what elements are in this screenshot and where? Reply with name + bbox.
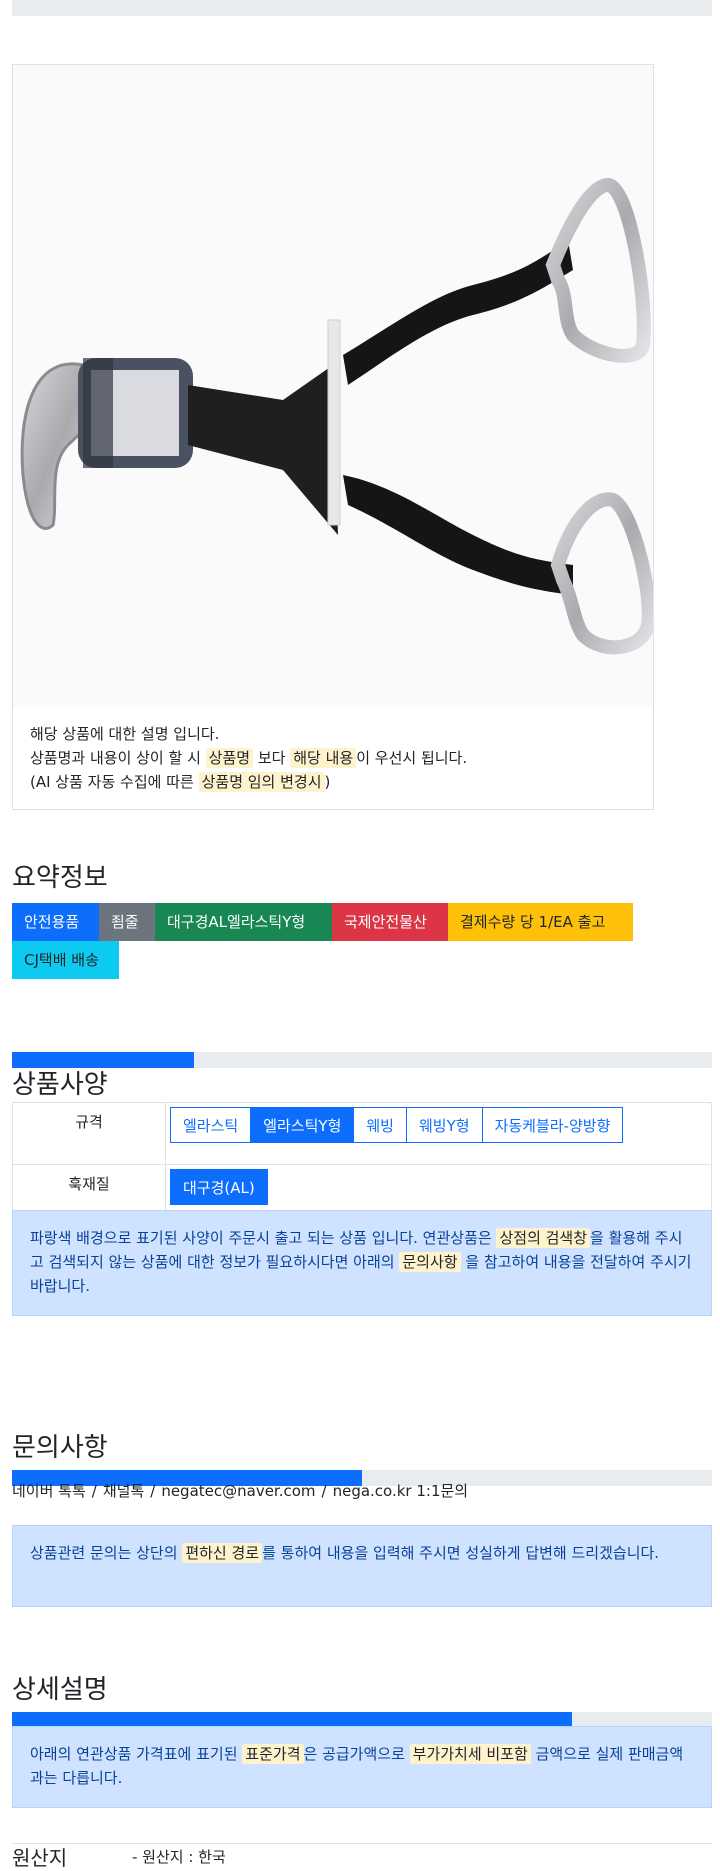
origin-label: 원산지 [12, 1846, 68, 1870]
desc-text: (AI 상품 자동 수집에 따른 [30, 773, 194, 791]
origin-value: - 원산지 : 한국 [132, 1848, 226, 1866]
product-image [13, 65, 653, 707]
badge-model[interactable]: 대구경AL엘라스틱Y형 [155, 903, 332, 941]
highlight-inquiry: 문의사항 [399, 1252, 461, 1272]
desc-text: 이 우선시 됩니다. [356, 749, 468, 767]
product-card: 해당 상품에 대한 설명 입니다. 상품명과 내용이 상이 할 시 상품명 보다… [12, 64, 654, 810]
notice-text: 를 통하여 내용을 입력해 주시면 성실하게 답변해 드리겠습니다. [262, 1544, 660, 1562]
inquiry-notice: 상품관련 문의는 상단의 편하신 경로 를 통하여 내용을 입력해 주시면 성실하… [12, 1525, 712, 1607]
inquiry-title: 문의사항 [12, 1433, 108, 1463]
highlight-store-search: 상점의 검색창 [496, 1228, 591, 1248]
desc-text: 보다 [257, 749, 286, 767]
separator: / [321, 1482, 327, 1500]
badge-category[interactable]: 안전용품 [12, 903, 99, 941]
separator: / [91, 1482, 97, 1500]
option-webbing-y[interactable]: 웨빙Y형 [405, 1107, 483, 1143]
origin-divider [12, 1843, 712, 1844]
desc-text: 상품명과 내용이 상이 할 시 [30, 749, 201, 767]
option-aluminum[interactable]: 대구경(AL) [170, 1169, 268, 1205]
contact-email[interactable]: negatec@naver.com [161, 1482, 315, 1500]
desc-line-3: (AI 상품 자동 수집에 따른 상품명 임의 변경시) [30, 770, 467, 794]
highlight-standard-price: 표준가격 [242, 1744, 304, 1764]
spec-row-hook: 훅재질 대구경(AL) [12, 1164, 712, 1217]
highlight-vat-excluded: 부가가치세 비포함 [409, 1744, 531, 1764]
option-elastic[interactable]: 엘라스틱 [170, 1107, 252, 1143]
highlight-name-change: 상품명 임의 변경시 [198, 772, 325, 792]
desc-text: ) [324, 773, 331, 791]
badge-quantity[interactable]: 결제수량 당 1/EA 출고 [448, 903, 633, 941]
detail-notice: 아래의 연관상품 가격표에 표기된 표준가격 은 공급가액으로 부가가치세 비포함… [12, 1726, 712, 1808]
contact-list: 네이버 톡톡 / 채널톡 / negatec@naver.com / nega.co.kr … [12, 1480, 468, 1501]
spec-table: 규격 엘라스틱 엘라스틱Y형 웨빙 웨빙Y형 자동케블라-양방향 훅재질 대구경(AL) [12, 1102, 712, 1217]
highlight-product-name: 상품명 [205, 748, 254, 768]
option-elastic-y[interactable]: 엘라스틱Y형 [250, 1107, 355, 1143]
contact-naver-talk[interactable]: 네이버 톡톡 [12, 1482, 86, 1500]
top-progress-track [12, 0, 712, 16]
detail-title: 상세설명 [12, 1675, 108, 1705]
contact-website-inquiry[interactable]: nega.co.kr 1:1문의 [333, 1482, 469, 1500]
spec-options: 대구경(AL) [165, 1164, 712, 1217]
highlight-preferred-route: 편하신 경로 [182, 1543, 263, 1563]
notice-text: 파랑색 배경으로 표기된 사양이 주문시 출고 되는 상품 입니다. 연관상품은 [30, 1229, 492, 1247]
spec-notice: 파랑색 배경으로 표기된 사양이 주문시 출고 되는 상품 입니다. 연관상품은… [12, 1210, 712, 1316]
notice-text: 아래의 연관상품 가격표에 표기된 [30, 1745, 238, 1763]
spec-label: 규격 [12, 1102, 166, 1165]
option-webbing[interactable]: 웨빙 [353, 1107, 407, 1143]
badge-brand[interactable]: 국제안전물산 [332, 903, 448, 941]
spec-row-size: 규격 엘라스틱 엘라스틱Y형 웨빙 웨빙Y형 자동케블라-양방향 [12, 1102, 712, 1165]
separator: / [150, 1482, 156, 1500]
notice-text: 상품관련 문의는 상단의 [30, 1544, 178, 1562]
product-description: 해당 상품에 대한 설명 입니다. 상품명과 내용이 상이 할 시 상품명 보다… [30, 722, 467, 794]
spec-progress [12, 1052, 712, 1068]
desc-line-2: 상품명과 내용이 상이 할 시 상품명 보다 해당 내용 이 우선시 됩니다. [30, 746, 467, 770]
spec-label: 훅재질 [12, 1164, 166, 1217]
badge-shipping[interactable]: CJ택배 배송 [12, 941, 119, 979]
lanyard-illustration [20, 177, 653, 655]
spec-title: 상품사양 [12, 1070, 108, 1100]
contact-channel-talk[interactable]: 채널톡 [103, 1482, 144, 1500]
badge-subcategory[interactable]: 죔줄 [99, 903, 155, 941]
spec-options: 엘라스틱 엘라스틱Y형 웨빙 웨빙Y형 자동케블라-양방향 [165, 1102, 712, 1165]
option-kevlar[interactable]: 자동케블라-양방향 [481, 1107, 624, 1143]
summary-title: 요약정보 [12, 863, 108, 893]
notice-text: 은 공급가액으로 [303, 1745, 405, 1763]
highlight-content: 해당 내용 [290, 748, 357, 768]
desc-line-1: 해당 상품에 대한 설명 입니다. [30, 725, 220, 743]
